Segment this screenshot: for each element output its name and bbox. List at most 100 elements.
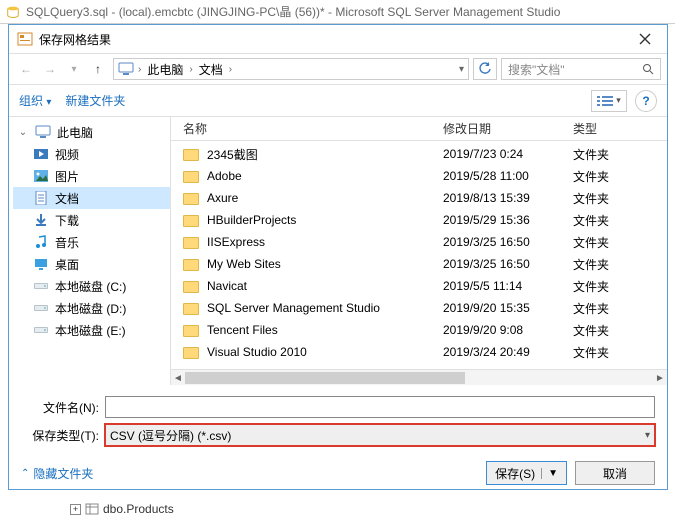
breadcrumb[interactable]: › 此电脑 › 文档 › ▾ <box>113 58 469 80</box>
object-explorer-node[interactable]: + dbo.Products <box>70 502 174 516</box>
tree-item-picture[interactable]: 图片 <box>13 165 170 187</box>
filename-label: 文件名(N): <box>21 399 99 416</box>
hide-folders-link[interactable]: ⌃ 隐藏文件夹 <box>21 465 93 482</box>
column-date[interactable]: 修改日期 <box>431 120 561 137</box>
folder-icon <box>183 193 199 205</box>
save-dialog: 保存网格结果 ← → ▾ ↑ › 此电脑 › 文档 › ▾ <box>8 24 668 490</box>
scroll-left-icon[interactable]: ◄ <box>171 370 185 385</box>
tree-root-label: 此电脑 <box>57 124 93 141</box>
column-name[interactable]: 名称 <box>171 120 431 137</box>
file-name: My Web Sites <box>207 257 281 271</box>
scroll-thumb[interactable] <box>185 372 465 384</box>
file-date: 2019/9/20 9:08 <box>431 323 561 337</box>
file-row[interactable]: Visual Studio 20102019/3/24 20:49文件夹 <box>171 341 667 363</box>
file-type: 文件夹 <box>561 146 631 163</box>
expander-icon[interactable]: ⌄ <box>17 127 29 138</box>
refresh-button[interactable] <box>473 58 497 80</box>
toolbar: 组织 ▾ 新建文件夹 ▾ ? <box>9 85 667 117</box>
file-date: 2019/9/20 15:35 <box>431 301 561 315</box>
file-row[interactable]: SQL Server Management Studio 2019/9/20 15… <box>171 297 667 319</box>
file-row[interactable]: Tencent Files 2019/9/20 9:08文件夹 <box>171 319 667 341</box>
folder-icon <box>183 237 199 249</box>
path-dropdown[interactable]: ▾ <box>459 64 464 75</box>
folder-icon <box>183 347 199 359</box>
tree-item-video[interactable]: 视频 <box>13 143 170 165</box>
file-name: Adobe <box>207 169 242 183</box>
horizontal-scrollbar[interactable]: ◄ ► <box>171 369 667 385</box>
tree-item-download[interactable]: 下载 <box>13 209 170 231</box>
video-icon <box>33 147 49 161</box>
organize-menu[interactable]: 组织 ▾ <box>19 92 51 109</box>
tree-item-label: 桌面 <box>55 256 79 273</box>
column-type[interactable]: 类型 <box>561 120 631 137</box>
app-title-text: SQLQuery3.sql - (local).emcbtc (JINGJING… <box>26 3 560 20</box>
music-icon <box>33 235 49 249</box>
crumb-pc[interactable]: 此电脑 <box>145 61 185 78</box>
save-button[interactable]: 保存(S) ▼ <box>486 461 567 485</box>
view-mode-button[interactable]: ▾ <box>591 90 627 112</box>
new-folder-button[interactable]: 新建文件夹 <box>65 92 125 109</box>
tree-item-disk[interactable]: 本地磁盘 (E:) <box>13 319 170 341</box>
chevron-down-icon: ▾ <box>645 430 650 441</box>
file-type: 文件夹 <box>561 322 631 339</box>
file-name: IISExpress <box>207 235 265 249</box>
collapse-icon: ⌃ <box>21 468 29 479</box>
file-list: 名称 修改日期 类型 2345截图2019/7/23 0:24文件夹Adobe2… <box>171 117 667 385</box>
file-date: 2019/7/23 0:24 <box>431 147 561 161</box>
scroll-right-icon[interactable]: ► <box>653 370 667 385</box>
expand-icon[interactable]: + <box>70 504 81 515</box>
file-row[interactable]: HBuilderProjects2019/5/29 15:36文件夹 <box>171 209 667 231</box>
disk-icon <box>33 323 49 337</box>
nav-up[interactable]: ↑ <box>87 58 109 80</box>
file-name: HBuilderProjects <box>207 213 296 227</box>
folder-icon <box>183 281 199 293</box>
file-row[interactable]: 2345截图2019/7/23 0:24文件夹 <box>171 143 667 165</box>
search-input[interactable]: 搜索"文档" <box>501 58 661 80</box>
file-row[interactable]: Axure2019/8/13 15:39文件夹 <box>171 187 667 209</box>
file-row[interactable]: Navicat2019/5/5 11:14文件夹 <box>171 275 667 297</box>
chevron-right-icon: › <box>229 64 232 75</box>
cancel-button[interactable]: 取消 <box>575 461 655 485</box>
tree-item-document[interactable]: 文档 <box>13 187 170 209</box>
file-type: 文件夹 <box>561 168 631 185</box>
folder-icon <box>183 215 199 227</box>
file-type: 文件夹 <box>561 344 631 361</box>
chevron-right-icon: › <box>189 64 192 75</box>
close-button[interactable] <box>631 29 659 49</box>
file-date: 2019/3/24 20:49 <box>431 345 561 359</box>
tree-root-pc[interactable]: ⌄ 此电脑 <box>13 121 170 143</box>
desktop-icon <box>33 257 49 271</box>
dialog-icon <box>17 31 33 47</box>
tree-item-music[interactable]: 音乐 <box>13 231 170 253</box>
object-explorer-node-label: dbo.Products <box>103 502 174 516</box>
filename-input[interactable] <box>105 396 655 418</box>
nav-forward[interactable]: → <box>39 58 61 80</box>
save-split-dropdown[interactable]: ▼ <box>541 468 558 479</box>
file-name: Tencent Files <box>207 323 278 337</box>
tree-item-disk[interactable]: 本地磁盘 (C:) <box>13 275 170 297</box>
file-row[interactable]: Adobe2019/5/28 11:00文件夹 <box>171 165 667 187</box>
disk-icon <box>33 301 49 315</box>
tree-item-disk[interactable]: 本地磁盘 (D:) <box>13 297 170 319</box>
help-button[interactable]: ? <box>635 90 657 112</box>
nav-back[interactable]: ← <box>15 58 37 80</box>
save-form: 文件名(N): 保存类型(T): CSV (逗号分隔) (*.csv) ▾ <box>9 385 667 449</box>
file-row[interactable]: My Web Sites2019/3/25 16:50文件夹 <box>171 253 667 275</box>
file-type: 文件夹 <box>561 190 631 207</box>
file-type: 文件夹 <box>561 256 631 273</box>
tree-item-label: 图片 <box>55 168 79 185</box>
file-row[interactable]: IISExpress2019/3/25 16:50文件夹 <box>171 231 667 253</box>
tree-item-label: 本地磁盘 (E:) <box>55 322 126 339</box>
nav-recent-dropdown[interactable]: ▾ <box>63 58 85 80</box>
file-name: SQL Server Management Studio <box>207 301 380 315</box>
crumb-documents[interactable]: 文档 <box>197 61 225 78</box>
filetype-value: CSV (逗号分隔) (*.csv) <box>110 427 231 444</box>
folder-tree: ⌄ 此电脑 视频图片文档下载音乐桌面本地磁盘 (C:)本地磁盘 (D:) 本地磁盘… <box>9 117 171 385</box>
filetype-select[interactable]: CSV (逗号分隔) (*.csv) ▾ <box>105 424 655 446</box>
tree-item-desktop[interactable]: 桌面 <box>13 253 170 275</box>
picture-icon <box>33 169 49 183</box>
pc-icon <box>35 125 51 139</box>
folder-icon <box>183 149 199 161</box>
download-icon <box>33 213 49 227</box>
chevron-right-icon: › <box>138 64 141 75</box>
